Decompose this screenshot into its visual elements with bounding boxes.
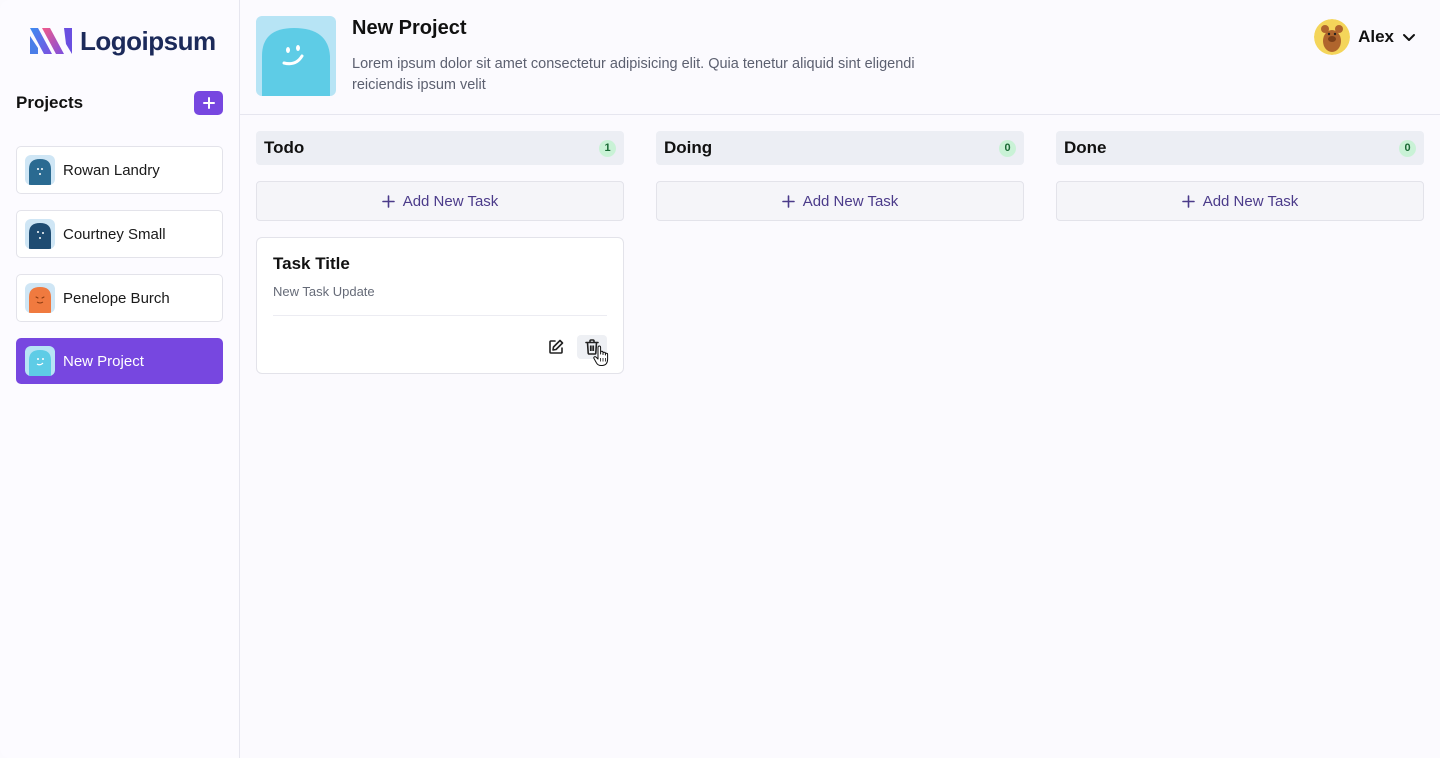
user-menu[interactable]: Alex (1314, 19, 1416, 55)
project-header-avatar (256, 16, 336, 96)
sidebar: Logoipsum Projects Rowan Landry Courtney… (0, 0, 240, 758)
blob-avatar-icon (25, 346, 55, 376)
blob-avatar-icon (25, 155, 55, 185)
project-avatar (25, 346, 55, 376)
sidebar-item-penelope-burch[interactable]: Penelope Burch (16, 274, 223, 322)
column-done: Done 0 Add New Task (1056, 131, 1424, 374)
project-header-text: New Project Lorem ipsum dolor sit amet c… (352, 16, 952, 114)
column-title: Doing (664, 138, 713, 157)
divider (273, 315, 607, 316)
user-name: Alex (1358, 27, 1394, 46)
edit-task-button[interactable] (545, 336, 567, 358)
logo[interactable]: Logoipsum (30, 24, 223, 58)
column-doing: Doing 0 Add New Task (656, 131, 1024, 374)
add-task-button[interactable]: Add New Task (656, 181, 1024, 221)
sidebar-item-rowan-landry[interactable]: Rowan Landry (16, 146, 223, 194)
plus-icon (381, 194, 395, 208)
projects-header: Projects (16, 90, 223, 116)
add-task-label: Add New Task (1202, 192, 1299, 210)
sidebar-item-label: Penelope Burch (63, 289, 170, 307)
project-avatar (25, 283, 55, 313)
project-header: New Project Lorem ipsum dolor sit amet c… (240, 0, 1440, 115)
add-task-label: Add New Task (802, 192, 899, 210)
sidebar-item-label: Courtney Small (63, 225, 166, 243)
edit-icon (549, 339, 564, 354)
column-title: Done (1064, 138, 1107, 157)
project-description: Lorem ipsum dolor sit amet consectetur a… (352, 56, 915, 93)
count-badge: 0 (1399, 139, 1416, 157)
add-task-label: Add New Task (402, 192, 499, 210)
sidebar-item-label: New Project (63, 352, 144, 370)
app-window: Logoipsum Projects Rowan Landry Courtney… (0, 0, 1440, 758)
column-header: Done 0 (1056, 131, 1424, 165)
task-card[interactable]: Task Title New Task Update (256, 237, 624, 374)
logo-mark-icon (30, 28, 72, 54)
main-content: New Project Lorem ipsum dolor sit amet c… (240, 0, 1440, 758)
column-todo: Todo 1 Add New Task Task Title New Task … (256, 131, 624, 374)
add-task-button[interactable]: Add New Task (1056, 181, 1424, 221)
sidebar-item-label: Rowan Landry (63, 161, 160, 179)
sidebar-item-new-project[interactable]: New Project (16, 338, 223, 384)
add-task-button[interactable]: Add New Task (256, 181, 624, 221)
plus-icon (781, 194, 795, 208)
blob-avatar-icon (25, 283, 55, 313)
column-header: Doing 0 (656, 131, 1024, 165)
page-title: New Project (352, 17, 467, 39)
project-avatar (25, 219, 55, 249)
plus-icon (202, 97, 215, 109)
task-description: New Task Update (273, 284, 375, 299)
column-header: Todo 1 (256, 131, 624, 165)
count-badge: 0 (999, 139, 1016, 157)
user-avatar-icon (1314, 19, 1351, 55)
logo-text: Logoipsum (80, 25, 216, 56)
task-title: Task Title (273, 254, 350, 273)
project-avatar (25, 155, 55, 185)
column-title: Todo (264, 138, 305, 157)
plus-icon (1181, 194, 1195, 208)
kanban-board: Todo 1 Add New Task Task Title New Task … (240, 115, 1440, 374)
count-badge: 1 (599, 139, 616, 157)
sidebar-item-courtney-small[interactable]: Courtney Small (16, 210, 223, 258)
blob-avatar-icon (25, 219, 55, 249)
delete-task-button[interactable] (577, 335, 607, 359)
blob-avatar-icon (256, 16, 336, 96)
task-actions (545, 335, 607, 359)
add-project-button[interactable] (194, 91, 223, 115)
projects-heading: Projects (16, 93, 84, 112)
trash-icon (585, 339, 599, 355)
project-list: Rowan Landry Courtney Small Penelope Bur… (16, 146, 223, 384)
chevron-down-icon (1403, 34, 1415, 41)
avatar (1314, 19, 1351, 55)
